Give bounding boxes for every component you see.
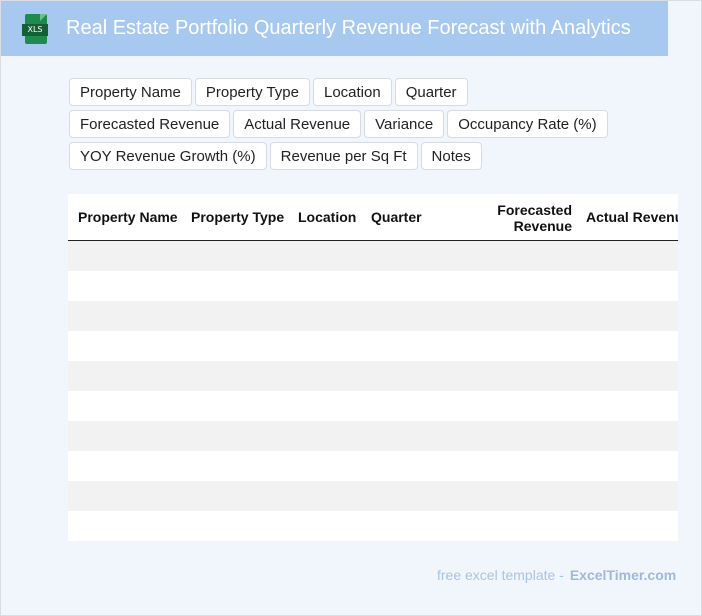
column-header-property-type[interactable]: Property Type [191, 209, 284, 225]
chip-actual-revenue[interactable]: Actual Revenue [233, 110, 362, 138]
table-body [68, 241, 678, 541]
chip-forecasted-revenue[interactable]: Forecasted Revenue [69, 110, 231, 138]
table-row[interactable] [68, 331, 678, 361]
chip-property-name[interactable]: Property Name [69, 78, 192, 106]
table-row[interactable] [68, 271, 678, 301]
column-header-forecasted-revenue[interactable]: Forecasted Revenue [468, 202, 572, 234]
table-row[interactable] [68, 391, 678, 421]
chip-variance[interactable]: Variance [364, 110, 445, 138]
title-banner: XLS Real Estate Portfolio Quarterly Reve… [1, 1, 668, 56]
column-header-location[interactable]: Location [298, 209, 356, 225]
page-title: Real Estate Portfolio Quarterly Revenue … [66, 17, 631, 39]
chip-occupancy-rate[interactable]: Occupancy Rate (%) [447, 110, 608, 138]
chip-yoy-revenue-growth[interactable]: YOY Revenue Growth (%) [69, 142, 267, 170]
data-table: Property Name Property Type Location Qua… [68, 194, 678, 541]
table-row[interactable] [68, 511, 678, 541]
chip-revenue-per-sq-ft[interactable]: Revenue per Sq Ft [269, 142, 418, 170]
footer-prefix: free excel template - [437, 567, 564, 583]
column-header-actual-revenue[interactable]: Actual Revenu [586, 209, 678, 225]
table-row[interactable] [68, 421, 678, 451]
xls-icon-label: XLS [22, 23, 48, 36]
column-header-property-name[interactable]: Property Name [78, 209, 178, 225]
footer-credit: free excel template - ExcelTimer.com [437, 567, 676, 583]
column-header-quarter[interactable]: Quarter [371, 209, 422, 225]
table-row[interactable] [68, 361, 678, 391]
chip-property-type[interactable]: Property Type [194, 78, 310, 106]
table-row[interactable] [68, 241, 678, 271]
table-row[interactable] [68, 481, 678, 511]
xls-file-icon: XLS [22, 13, 50, 44]
chip-quarter[interactable]: Quarter [394, 78, 468, 106]
column-chip-list: Property Name Property Type Location Qua… [69, 78, 629, 170]
table-header: Property Name Property Type Location Qua… [68, 194, 678, 241]
table-row[interactable] [68, 301, 678, 331]
footer-brand-link[interactable]: ExcelTimer.com [570, 567, 676, 583]
table-row[interactable] [68, 451, 678, 481]
chip-notes[interactable]: Notes [420, 142, 482, 170]
chip-location[interactable]: Location [312, 78, 392, 106]
